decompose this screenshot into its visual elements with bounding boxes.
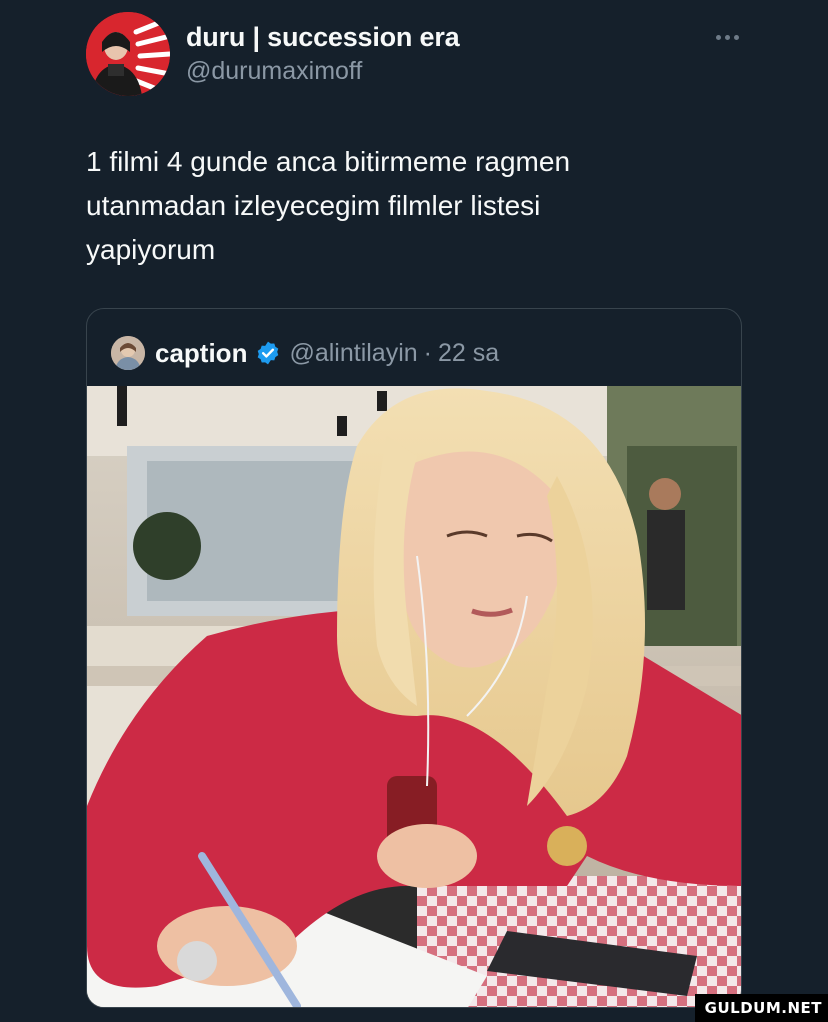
dot	[724, 34, 730, 40]
quote-avatar-icon	[111, 336, 145, 370]
quote-author-avatar[interactable]	[111, 336, 145, 370]
tweet-header: duru | succession era @durumaximoff	[86, 12, 748, 98]
ellipsis-icon[interactable]	[712, 30, 742, 44]
dot	[733, 34, 739, 40]
tweet-text-line: yapiyorum	[86, 234, 216, 265]
tweet-text: 1 filmi 4 gunde anca bitirmeme ragmen ut…	[86, 140, 726, 272]
author-display-name[interactable]: duru | succession era	[186, 20, 460, 54]
photo-woman-writing-icon	[87, 386, 741, 1007]
author-name-block: duru | succession era @durumaximoff	[186, 20, 460, 88]
tweet-text-line: utanmadan izleyecegim filmler listesi	[86, 190, 541, 221]
quote-header: caption @alintilayin · 22 sa	[111, 333, 499, 373]
quote-photo[interactable]	[87, 386, 741, 1007]
site-watermark: GULDUM.NET	[694, 994, 828, 1022]
verified-badge-icon	[258, 341, 279, 365]
author-handle[interactable]: @durumaximoff	[186, 54, 459, 88]
separator-dot: ·	[423, 338, 432, 367]
profile-avatar-icon	[86, 12, 170, 96]
tweet-text-line: 1 filmi 4 gunde anca bitirmeme ragmen	[86, 146, 571, 177]
quote-author-handle[interactable]: @alintilayin	[289, 339, 417, 368]
quote-author-display-name[interactable]: caption	[155, 338, 247, 369]
dot	[715, 34, 721, 40]
author-avatar[interactable]	[86, 12, 170, 96]
quote-timestamp[interactable]: 22 sa	[438, 339, 499, 368]
quote-tweet-card[interactable]: caption @alintilayin · 22 sa	[86, 308, 742, 1008]
